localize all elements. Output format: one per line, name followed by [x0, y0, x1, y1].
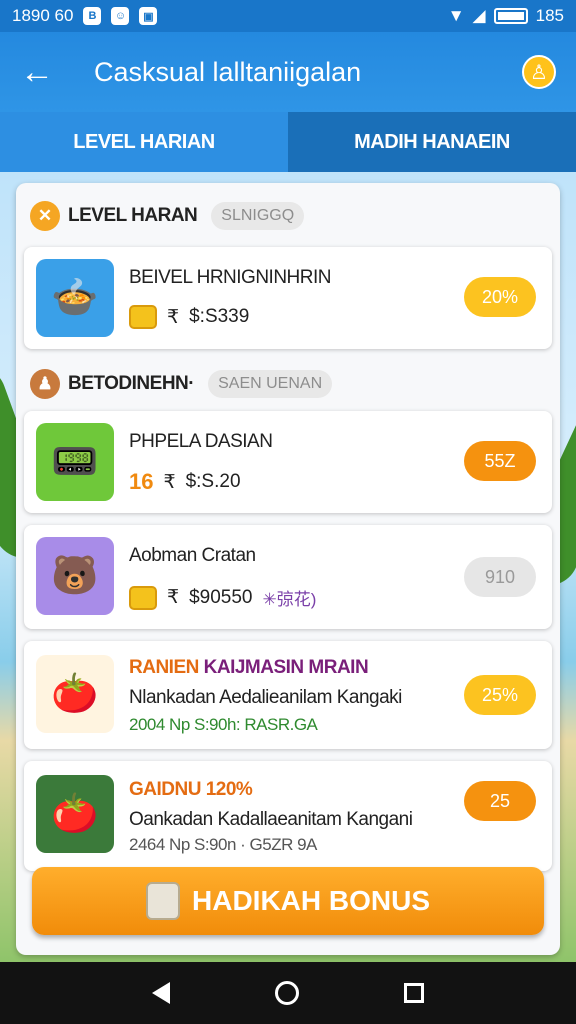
card-reward: ₹ $90550 ✳弶花) — [129, 585, 316, 610]
coin-icon — [129, 585, 157, 610]
task-card-3[interactable]: 🐻 Aobman Cratan ₹ $90550 ✳弶花) 910 — [24, 525, 552, 629]
progress-badge[interactable]: 25 — [464, 781, 536, 821]
card-description: Oankadan Kadallaeanitam Kangani — [129, 809, 413, 830]
tomato-icon: 🍅 — [36, 655, 114, 733]
card-reward: ₹ $:S339 — [129, 305, 249, 329]
gift-bag-icon — [146, 882, 180, 920]
progress-badge[interactable]: 20% — [464, 277, 536, 317]
back-arrow-icon[interactable]: ← — [20, 53, 60, 92]
notification-icon: B — [83, 7, 102, 25]
card-description: Nlankadan Aedalieanilam Kangaki — [129, 687, 402, 708]
profile-icon[interactable]: ♙ — [522, 55, 556, 89]
card-title: GAIDNU 120% — [129, 779, 253, 800]
card-title: PHPELA DASIAN — [129, 431, 273, 452]
battery-icon — [493, 8, 528, 24]
card-meta: 2004 Np S:90h: RASR.GA — [129, 715, 318, 734]
currency-symbol: ₹ — [163, 471, 176, 493]
section-title: BETODINEHN· — [68, 373, 195, 394]
progress-badge[interactable]: 55Z — [464, 441, 536, 481]
tasks-panel: ✕ LEVEL HARAN SLNIGGQ 🍲 BEIVEL HRNIGNINH… — [16, 183, 560, 955]
task-card-4[interactable]: 🍅 RANIEN KAIJMASIN MRAIN Nlankadan Aedal… — [24, 641, 552, 749]
reward-amount: $:S339 — [189, 306, 250, 327]
currency-symbol: ₹ — [167, 306, 180, 328]
nav-home-icon[interactable] — [274, 981, 299, 1005]
status-bar: 1890 60 B ☺ ▣ ▼ ◢ 185 — [0, 0, 576, 32]
task-card-5[interactable]: 🍅 GAIDNU 120% Oankadan Kadallaeanitam Ka… — [24, 761, 552, 871]
face-icon: ☺ — [111, 7, 130, 25]
wifi-icon: ▼ — [447, 6, 465, 25]
reward-extra: ✳弶花) — [262, 590, 317, 609]
nav-recents-icon[interactable] — [403, 983, 424, 1003]
battery-text: 185 — [535, 6, 564, 25]
reward-prefix: 16 — [129, 469, 154, 494]
person-icon: ♟ — [30, 369, 60, 399]
section-header-betodinehn: ♟ BETODINEHN· SAEN UENAN — [30, 369, 333, 399]
section-title: LEVEL HARAN — [68, 205, 198, 226]
coin-icon — [129, 305, 157, 329]
cash-register-icon: 📟 — [36, 423, 114, 501]
reward-amount: $:S.20 — [185, 471, 241, 492]
section-header-level: ✕ LEVEL HARAN SLNIGGQ — [30, 201, 305, 231]
currency-symbol: ₹ — [167, 587, 180, 608]
tab-madih-hanaein[interactable]: MADIH HANAEIN — [288, 112, 576, 172]
status-time: 1890 60 — [12, 6, 74, 25]
tab-level-harian[interactable]: LEVEL HARIAN — [0, 112, 288, 172]
bonus-button[interactable]: HADIKAH BONUS — [32, 867, 544, 935]
progress-badge[interactable]: 910 — [464, 557, 536, 597]
signal-icon: ◢ — [472, 6, 486, 25]
card-meta: 2464 Np S:90n · G5ZR 9A — [129, 835, 317, 854]
bear-icon: 🐻 — [36, 537, 114, 615]
section-pill: SLNIGGQ — [211, 202, 305, 230]
tab-bar: LEVEL HARIAN MADIH HANAEIN — [0, 112, 576, 172]
card-title: BEIVEL HRNIGNINHRIN — [129, 267, 332, 288]
task-card-1[interactable]: 🍲 BEIVEL HRNIGNINHRIN ₹ $:S339 20% — [24, 247, 552, 349]
card-title: RANIEN KAIJMASIN MRAIN — [129, 657, 369, 678]
app-bar: ← Casksual lalltaniigalan ♙ — [0, 32, 576, 112]
task-card-2[interactable]: 📟 PHPELA DASIAN 16 ₹ $:S.20 55Z — [24, 411, 552, 513]
nav-back-icon[interactable] — [152, 982, 171, 1004]
system-nav-bar — [0, 962, 576, 1024]
photo-icon: ▣ — [139, 7, 158, 25]
bonus-button-label: HADIKAH BONUS — [192, 885, 430, 916]
card-title: Aobman Cratan — [129, 545, 256, 566]
tomato-icon: 🍅 — [36, 775, 114, 853]
page-title: Casksual lalltaniigalan — [94, 56, 362, 87]
section-pill: SAEN UENAN — [208, 370, 333, 398]
pot-icon: 🍲 — [36, 259, 114, 337]
card-reward: 16 ₹ $:S.20 — [129, 469, 241, 495]
cross-icon: ✕ — [30, 201, 60, 231]
reward-amount: $90550 — [189, 586, 253, 608]
progress-badge[interactable]: 25% — [464, 675, 536, 715]
